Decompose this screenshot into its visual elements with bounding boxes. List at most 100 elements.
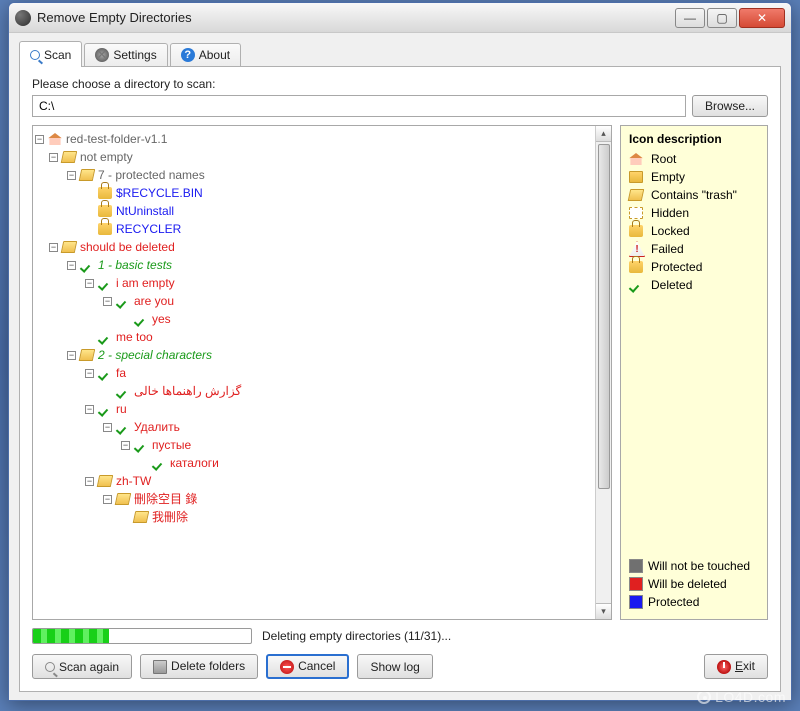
expander-icon[interactable]: − <box>103 297 112 306</box>
warn-icon <box>629 243 643 255</box>
expander-icon[interactable]: − <box>35 135 44 144</box>
cancel-button[interactable]: Cancel <box>266 654 349 679</box>
status-row: Deleting empty directories (11/31)... <box>32 628 768 644</box>
maximize-button[interactable]: ▢ <box>707 8 737 28</box>
window-title: Remove Empty Directories <box>37 10 675 25</box>
tab-pane-scan: Please choose a directory to scan: Brows… <box>19 66 781 692</box>
legend-label: Locked <box>651 224 690 238</box>
node-label: каталоги <box>170 454 219 472</box>
node-label: are you <box>134 292 174 310</box>
search-icon <box>30 50 40 60</box>
tree-node[interactable]: − should be deleted <box>35 238 593 256</box>
scrollbar[interactable]: ▴ ▾ <box>595 126 611 619</box>
legend-label: Hidden <box>651 206 689 220</box>
node-label: RECYCLER <box>116 220 181 238</box>
close-button[interactable]: ✕ <box>739 8 785 28</box>
check-icon <box>80 259 94 271</box>
node-label: ru <box>116 400 127 418</box>
tree-node[interactable]: $RECYCLE.BIN <box>35 184 593 202</box>
node-label: i am empty <box>116 274 175 292</box>
legend-label: Empty <box>651 170 685 184</box>
lock-icon <box>629 225 643 237</box>
expander-icon[interactable]: − <box>85 369 94 378</box>
node-label: 刪除空目 錄 <box>134 490 197 508</box>
expander-icon[interactable]: − <box>103 495 112 504</box>
tree-node[interactable]: yes <box>35 310 593 328</box>
legend-item: Deleted <box>629 278 759 292</box>
legend-label: Deleted <box>651 278 692 292</box>
legend-item: Contains "trash" <box>629 188 759 202</box>
tree-node[interactable]: 我刪除 <box>35 508 593 526</box>
scroll-down-button[interactable]: ▾ <box>596 603 611 619</box>
scan-again-button[interactable]: Scan again <box>32 654 132 679</box>
legend-box: Icon description RootEmptyContains "tras… <box>620 125 768 620</box>
minimize-button[interactable]: — <box>675 8 705 28</box>
tree-node[interactable]: −fa <box>35 364 593 382</box>
expander-icon[interactable]: − <box>67 261 76 270</box>
scroll-thumb[interactable] <box>598 144 610 489</box>
folder-open-icon <box>61 241 78 253</box>
tree-node[interactable]: −2 - special characters <box>35 346 593 364</box>
check-icon <box>629 279 643 291</box>
folder-open-icon <box>628 189 645 201</box>
node-label: should be deleted <box>80 238 175 256</box>
tab-about[interactable]: ? About <box>170 43 241 67</box>
legend-item: Root <box>629 152 759 166</box>
legend-label: Will not be touched <box>648 559 750 573</box>
house-icon <box>48 133 62 145</box>
tree-node[interactable]: − 刪除空目 錄 <box>35 490 593 508</box>
expander-icon[interactable]: − <box>85 477 94 486</box>
directory-input[interactable] <box>32 95 686 117</box>
legend-color: Will be deleted <box>629 577 759 591</box>
expander-icon[interactable]: − <box>85 279 94 288</box>
tree-node[interactable]: −Удалить <box>35 418 593 436</box>
tree-node[interactable]: −red-test-folder-v1.1 <box>35 130 593 148</box>
delete-folders-button[interactable]: Delete folders <box>140 654 258 679</box>
node-label: yes <box>152 310 171 328</box>
tab-settings[interactable]: Settings <box>84 43 167 67</box>
lock-icon <box>629 261 643 273</box>
tree-node[interactable]: каталоги <box>35 454 593 472</box>
legend-color: Protected <box>629 595 759 609</box>
titlebar[interactable]: Remove Empty Directories — ▢ ✕ <box>9 3 791 33</box>
expander-icon[interactable]: − <box>49 153 58 162</box>
check-icon <box>134 439 148 451</box>
tab-label: Settings <box>113 48 156 62</box>
path-row: Browse... <box>32 95 768 117</box>
tree-node[interactable]: گزارش راهنماها خالی <box>35 382 593 400</box>
tab-scan[interactable]: Scan <box>19 41 82 67</box>
expander-icon[interactable]: − <box>121 441 130 450</box>
tree-node[interactable]: −zh-TW <box>35 472 593 490</box>
tree-node[interactable]: −not empty <box>35 148 593 166</box>
node-label: 7 - protected names <box>98 166 205 184</box>
directory-tree[interactable]: −red-test-folder-v1.1−not empty−7 - prot… <box>33 126 595 619</box>
legend-item: Locked <box>629 224 759 238</box>
tree-node[interactable]: −1 - basic tests <box>35 256 593 274</box>
expander-icon[interactable]: − <box>85 405 94 414</box>
window-controls: — ▢ ✕ <box>675 8 785 28</box>
browse-button[interactable]: Browse... <box>692 95 768 117</box>
legend-label: Will be deleted <box>648 577 727 591</box>
tree-node[interactable]: RECYCLER <box>35 220 593 238</box>
tree-node[interactable]: − 7 - protected names <box>35 166 593 184</box>
exit-button[interactable]: Exit <box>704 654 768 679</box>
scroll-up-button[interactable]: ▴ <box>596 126 611 142</box>
expander-icon[interactable]: − <box>103 423 112 432</box>
expander-icon[interactable]: − <box>67 171 76 180</box>
tree-node[interactable]: − are you <box>35 292 593 310</box>
check-icon <box>98 277 112 289</box>
content-row: −red-test-folder-v1.1−not empty−7 - prot… <box>32 125 768 620</box>
tree-node[interactable]: me too <box>35 328 593 346</box>
legend-label: Contains "trash" <box>651 188 737 202</box>
show-log-button[interactable]: Show log <box>357 654 432 679</box>
tree-node[interactable]: − ru <box>35 400 593 418</box>
expander-icon[interactable]: − <box>49 243 58 252</box>
tree-node[interactable]: − i am empty <box>35 274 593 292</box>
search-icon <box>45 662 55 672</box>
app-icon <box>15 10 31 26</box>
legend-label: Protected <box>648 595 699 609</box>
legend-label: Root <box>651 152 676 166</box>
tree-node[interactable]: NtUninstall <box>35 202 593 220</box>
tree-node[interactable]: −пустые <box>35 436 593 454</box>
expander-icon[interactable]: − <box>67 351 76 360</box>
